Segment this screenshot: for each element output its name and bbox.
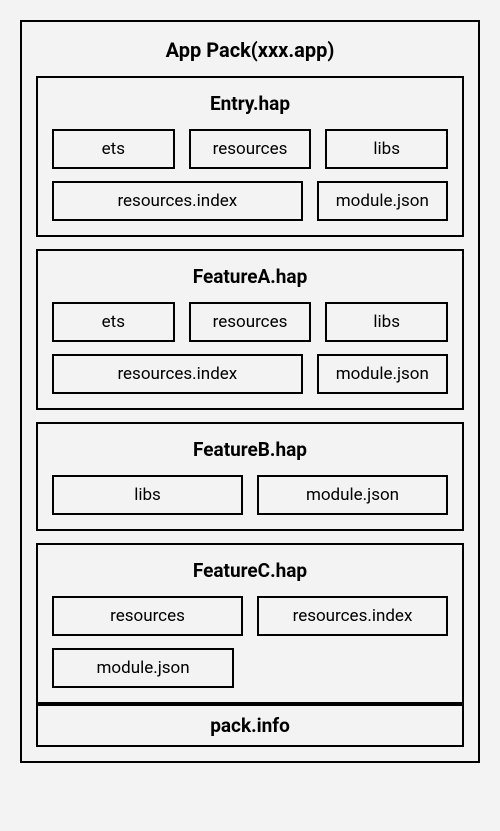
module-item: resources.index <box>257 596 448 636</box>
module-row: ets resources libs <box>52 129 448 169</box>
module-item: libs <box>52 475 243 515</box>
module-title: Entry.hap <box>52 92 448 115</box>
module-box: FeatureA.hap ets resources libs resources.in… <box>36 249 464 410</box>
module-box: FeatureC.hap resources resources.index modu… <box>36 543 464 704</box>
module-item: resources.index <box>52 354 303 394</box>
module-item: module.json <box>317 354 448 394</box>
module-item: resources <box>189 302 312 342</box>
module-title: FeatureC.hap <box>52 559 448 582</box>
module-box: Entry.hap ets resources libs resources.index… <box>36 76 464 237</box>
pack-info-box: pack.info <box>36 704 464 747</box>
module-row: module.json <box>52 648 448 688</box>
module-row: resources.index module.json <box>52 181 448 221</box>
module-row: ets resources libs <box>52 302 448 342</box>
module-title: FeatureB.hap <box>52 438 448 461</box>
module-item: module.json <box>257 475 448 515</box>
module-item: libs <box>325 129 448 169</box>
module-item: resources <box>52 596 243 636</box>
module-item: resources <box>189 129 312 169</box>
module-row: resources resources.index <box>52 596 448 636</box>
modules-container: Entry.hap ets resources libs resources.index… <box>36 76 464 704</box>
module-row: resources.index module.json <box>52 354 448 394</box>
module-item: ets <box>52 129 175 169</box>
module-item: ets <box>52 302 175 342</box>
module-item: libs <box>325 302 448 342</box>
module-item: resources.index <box>52 181 303 221</box>
app-pack-container: App Pack(xxx.app) Entry.hap ets resources l… <box>20 20 480 763</box>
module-item: module.json <box>52 648 234 688</box>
module-title: FeatureA.hap <box>52 265 448 288</box>
module-row: libs module.json <box>52 475 448 515</box>
module-box: FeatureB.hap libs module.json <box>36 422 464 531</box>
module-item: module.json <box>317 181 448 221</box>
app-pack-title: App Pack(xxx.app) <box>36 38 464 62</box>
